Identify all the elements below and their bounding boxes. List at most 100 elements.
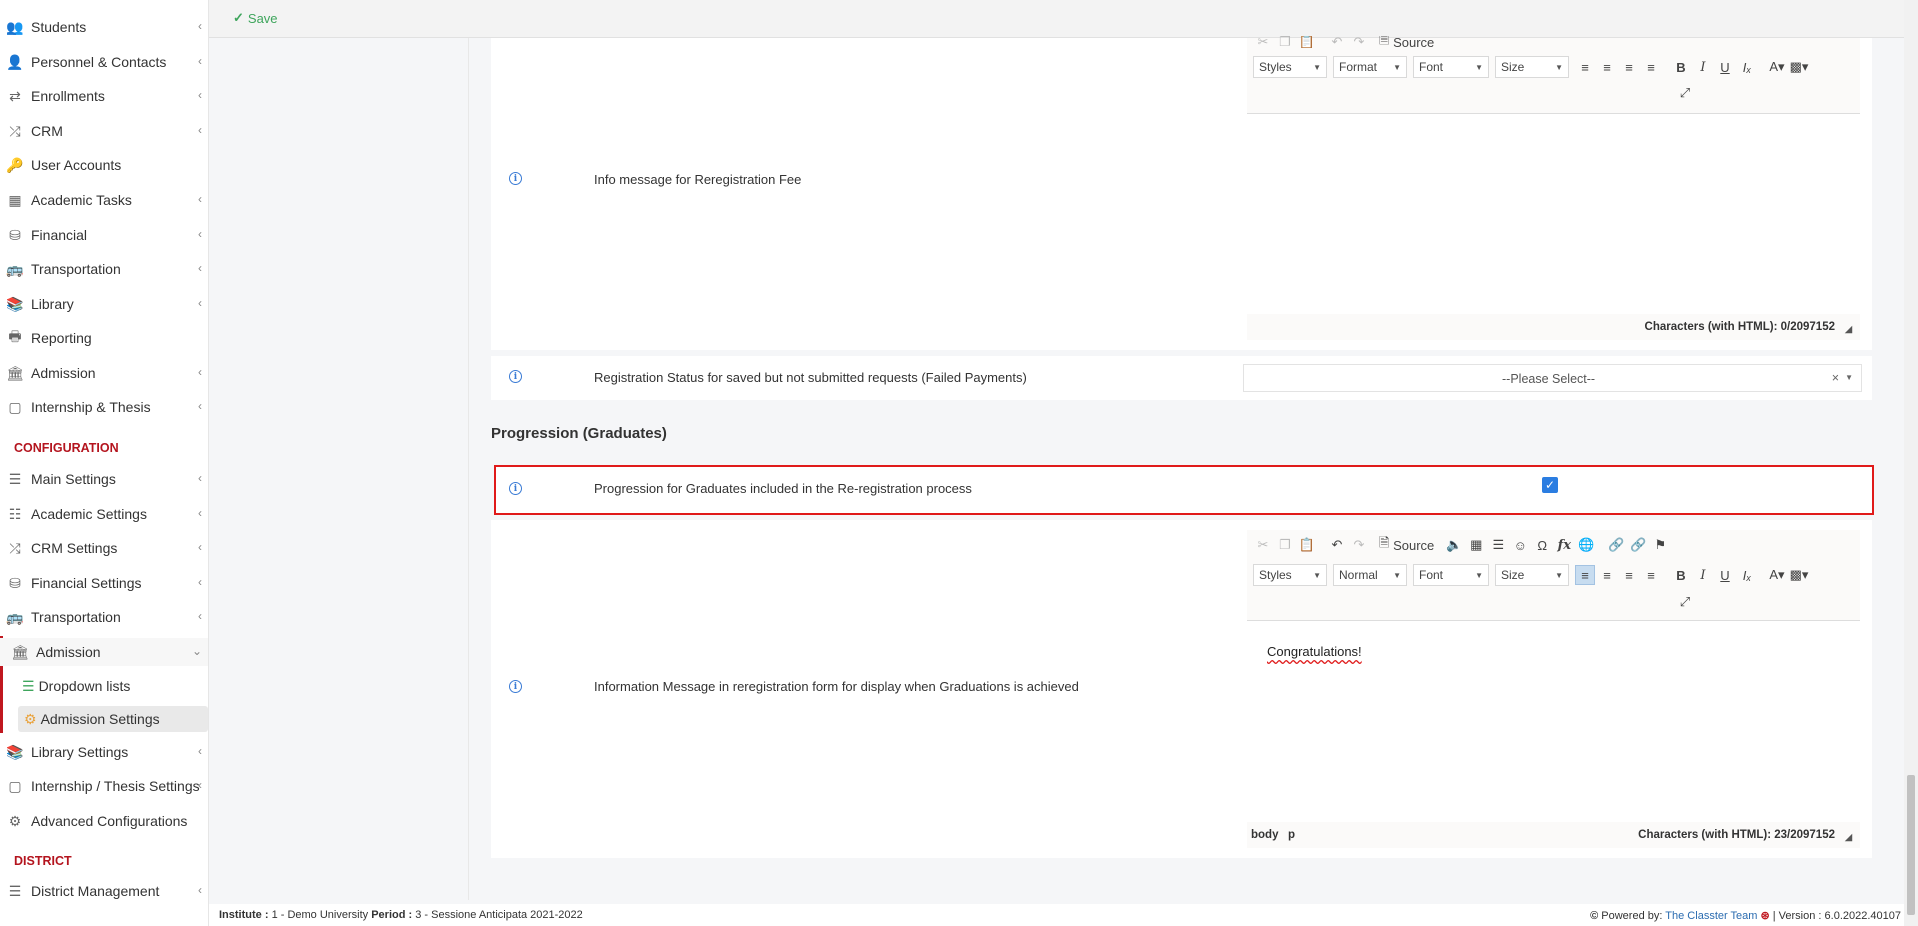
sidebar-item-transportation-settings[interactable]: 🚌 Transportation ‹ (0, 603, 208, 631)
italic-icon[interactable]: I (1693, 565, 1713, 585)
font-dropdown[interactable]: Font ▼ (1413, 564, 1489, 586)
sidebar-item-advanced-configurations[interactable]: ⚙ Advanced Configurations (0, 807, 208, 835)
sidebar-subitem-dropdown-lists[interactable]: ☰ Dropdown lists (22, 673, 208, 699)
undo-icon[interactable]: ↶ (1327, 36, 1347, 48)
chevron-left-icon: ‹ (198, 227, 202, 241)
maximize-icon[interactable]: ⤢ (1675, 592, 1695, 612)
sidebar-item-district-management[interactable]: ☰ District Management ‹ (0, 877, 208, 905)
editor-content-area[interactable] (1247, 114, 1860, 314)
italic-icon[interactable]: I (1693, 57, 1713, 77)
info-icon[interactable]: i (509, 482, 522, 495)
path-p[interactable]: p (1288, 829, 1295, 841)
sidebar-item-academic-settings[interactable]: ☷ Academic Settings ‹ (0, 500, 208, 528)
copy-icon[interactable]: ❐ (1275, 535, 1295, 555)
sidebar-item-crm[interactable]: ⤮ CRM ‹ (0, 117, 208, 145)
audio-icon[interactable]: 🔈 (1444, 535, 1464, 555)
sidebar-item-admission[interactable]: 🏛 Admission ‹ (0, 359, 208, 387)
special-char-icon[interactable]: Ω (1532, 535, 1552, 555)
sidebar-item-user-accounts[interactable]: 🔑 User Accounts (0, 151, 208, 179)
background-color-icon[interactable]: ▩▾ (1789, 57, 1809, 77)
editor-content-text: Congratulations! (1267, 644, 1362, 659)
smiley-icon[interactable]: ☺ (1510, 535, 1530, 555)
info-icon[interactable]: i (509, 680, 522, 693)
format-dropdown[interactable]: Format ▼ (1333, 56, 1407, 78)
sidebar-item-reporting[interactable]: 🖶 Reporting (0, 324, 208, 352)
info-icon[interactable]: i (509, 172, 522, 185)
sidebar-item-academic-tasks[interactable]: ▦ Academic Tasks ‹ (0, 186, 208, 214)
redo-icon[interactable]: ↷ (1349, 36, 1369, 48)
classter-team-link[interactable]: The Classter Team (1665, 910, 1757, 922)
size-dropdown[interactable]: Size ▼ (1495, 56, 1569, 78)
horizontal-line-icon[interactable]: ☰ (1488, 535, 1508, 555)
align-justify-icon[interactable]: ≡ (1641, 565, 1661, 585)
source-button[interactable]: 🗎 Source (1379, 535, 1434, 555)
paste-icon[interactable]: 📋 (1297, 535, 1317, 555)
sidebar-item-admission-config[interactable]: 🏛 Admission ⌄ (0, 638, 208, 666)
remove-format-icon[interactable]: Iₓ (1737, 565, 1757, 585)
path-body[interactable]: body (1251, 829, 1278, 841)
align-justify-icon[interactable]: ≡ (1641, 57, 1661, 77)
sidebar-item-enrollments[interactable]: ⇄ Enrollments ‹ (0, 82, 208, 110)
background-color-icon[interactable]: ▩▾ (1789, 565, 1809, 585)
align-left-icon[interactable]: ≡ (1575, 57, 1595, 77)
sidebar-item-internship[interactable]: ▢ Internship & Thesis ‹ (0, 393, 208, 421)
remove-format-icon[interactable]: Iₓ (1737, 57, 1757, 77)
globe-icon[interactable]: 🌐 (1576, 535, 1596, 555)
styles-dropdown[interactable]: Styles ▼ (1253, 56, 1327, 78)
chevron-left-icon: ‹ (198, 399, 202, 413)
save-button[interactable]: ✓ Save (233, 10, 278, 26)
cut-icon[interactable]: ✂ (1253, 535, 1273, 555)
font-dropdown[interactable]: Font ▼ (1413, 56, 1489, 78)
sidebar-item-personnel[interactable]: 👤 Personnel & Contacts ‹ (0, 48, 208, 76)
resize-handle-icon[interactable]: ◢ (1845, 832, 1852, 843)
align-right-icon[interactable]: ≡ (1619, 565, 1639, 585)
text-color-icon[interactable]: A▾ (1767, 57, 1787, 77)
clear-icon[interactable]: × (1832, 371, 1839, 385)
sidebar-item-financial[interactable]: ⛁ Financial ‹ (0, 221, 208, 249)
sidebar-item-main-settings[interactable]: ☰ Main Settings ‹ (0, 465, 208, 493)
sidebar-item-crm-settings[interactable]: ⤮ CRM Settings ‹ (0, 534, 208, 562)
sidebar-item-library[interactable]: 📚 Library ‹ (0, 290, 208, 318)
info-icon[interactable]: i (509, 370, 522, 383)
bold-icon[interactable]: B (1671, 57, 1691, 77)
scrollbar-thumb[interactable] (1907, 775, 1915, 915)
align-left-icon[interactable]: ≡ (1575, 565, 1595, 585)
print-icon: 🖶 (8, 328, 22, 344)
char-count: Characters (with HTML): 0/2097152 (1644, 321, 1835, 333)
sidebar-item-library-settings[interactable]: 📚 Library Settings ‹ (0, 738, 208, 766)
undo-icon[interactable]: ↶ (1327, 535, 1347, 555)
underline-icon[interactable]: U (1715, 57, 1735, 77)
unlink-icon[interactable]: 🔗 (1628, 535, 1648, 555)
align-center-icon[interactable]: ≡ (1597, 565, 1617, 585)
sidebar-item-transportation[interactable]: 🚌 Transportation ‹ (0, 255, 208, 283)
redo-icon[interactable]: ↷ (1349, 535, 1369, 555)
text-color-icon[interactable]: A▾ (1767, 565, 1787, 585)
cut-icon[interactable]: ✂ (1253, 36, 1273, 48)
format-dropdown[interactable]: Normal ▼ (1333, 564, 1407, 586)
underline-icon[interactable]: U (1715, 565, 1735, 585)
caret-down-icon: ▼ (1555, 62, 1563, 72)
sidebar-item-financial-settings[interactable]: ⛁ Financial Settings ‹ (0, 569, 208, 597)
editor-content-area[interactable]: Congratulations! (1247, 621, 1860, 822)
bold-icon[interactable]: B (1671, 565, 1691, 585)
size-dropdown[interactable]: Size ▼ (1495, 564, 1569, 586)
link-icon[interactable]: 🔗 (1606, 535, 1626, 555)
copy-icon[interactable]: ❐ (1275, 36, 1295, 48)
sidebar-subitem-admission-settings[interactable]: ⚙ Admission Settings (18, 706, 208, 732)
sliders-icon: ☰ (8, 470, 22, 487)
table-icon[interactable]: ▦ (1466, 535, 1486, 555)
source-button[interactable]: 🗎 Source (1379, 36, 1434, 48)
sidebar-item-students[interactable]: 👥 Students ‹ (0, 13, 208, 41)
styles-dropdown[interactable]: Styles ▼ (1253, 564, 1327, 586)
align-center-icon[interactable]: ≡ (1597, 57, 1617, 77)
progression-graduates-checkbox[interactable]: ✓ (1542, 477, 1558, 493)
sidebar-item-internship-settings[interactable]: ▢ Internship / Thesis Settings ‹ (0, 772, 208, 800)
maximize-icon[interactable]: ⤢ (1675, 83, 1695, 103)
page-scrollbar[interactable] (1904, 0, 1918, 926)
align-right-icon[interactable]: ≡ (1619, 57, 1639, 77)
anchor-flag-icon[interactable]: ⚑ (1650, 535, 1670, 555)
paste-icon[interactable]: 📋 (1297, 36, 1317, 48)
formula-icon[interactable]: fx (1554, 535, 1574, 555)
registration-status-select[interactable]: --Please Select-- × ▼ (1243, 364, 1862, 392)
resize-handle-icon[interactable]: ◢ (1845, 324, 1852, 335)
